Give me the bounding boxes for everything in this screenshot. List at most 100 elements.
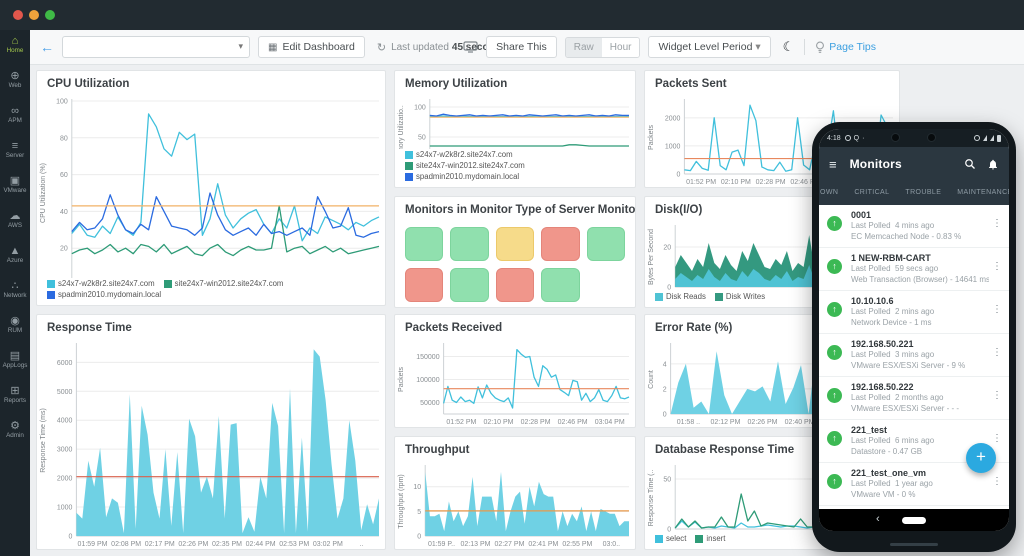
sidebar-item-server[interactable]: ≡Server [0,135,30,170]
phone-tab-critical[interactable]: CRITICAL [846,181,897,205]
svg-text:02:13 PM: 02:13 PM [460,541,490,548]
monitor-tile-trouble[interactable] [496,227,534,261]
sidebar-item-network[interactable]: ∴Network [0,275,30,310]
monitor-last-polled: Last Polled 4 mins ago [851,221,989,232]
svg-text:02:46 PM: 02:46 PM [558,419,588,426]
sidebar-item-rum[interactable]: ◉RUM [0,310,30,345]
legend-item[interactable]: spadmin2010.mydomain.local [405,172,519,181]
refresh-icon[interactable]: ↻ [377,41,386,54]
monitor-list-item[interactable]: ↑192.168.50.222Last Polled 2 months agoV… [819,377,1009,420]
sidebar-item-applogs[interactable]: ▤AppLogs [0,345,30,380]
svg-text:1000: 1000 [665,143,681,150]
sidebar-item-reports[interactable]: ⊞Reports [0,380,30,415]
kebab-menu-icon[interactable]: ⋮ [992,218,1002,229]
sidebar-item-vmware[interactable]: ▣VMware [0,170,30,205]
legend-item[interactable]: Disk Writes [715,292,765,301]
kebab-menu-icon[interactable]: ⋮ [992,390,1002,401]
phone-tab-trouble[interactable]: TROUBLE [897,181,949,205]
status-up-icon: ↑ [827,302,842,317]
kebab-menu-icon[interactable]: ⋮ [992,347,1002,358]
monitor-tile-up[interactable] [541,268,579,302]
sidebar-item-apm[interactable]: ∞APM [0,100,30,135]
legend-swatch [47,291,55,299]
status-badge: Q [854,135,859,142]
window-titlebar [0,0,1024,30]
sidebar-item-azure[interactable]: ▲Azure [0,240,30,275]
kebab-menu-icon[interactable]: ⋮ [992,433,1002,444]
monitor-name: 192.168.50.221 [851,339,989,350]
phone-tab-own[interactable]: OWN [819,181,846,205]
legend-item[interactable]: s24x7-w2k8r2.site24x7.com [47,279,155,288]
phone-tab-maintenance[interactable]: MAINTENANCE [949,181,1009,205]
page-tips-link[interactable]: Page Tips [815,41,876,54]
svg-text:5000: 5000 [57,389,73,396]
grid-icon: ▦ [268,42,277,53]
window-close-dot[interactable] [13,10,23,20]
svg-text:4: 4 [663,361,667,368]
svg-text:02:53 PM: 02:53 PM [279,541,309,548]
dashboard-select[interactable]: ▾ [62,36,250,58]
svg-text:10: 10 [413,484,421,491]
window-zoom-dot[interactable] [45,10,55,20]
status-time: 4:18 [827,135,841,142]
legend-item[interactable]: select [655,534,686,543]
legend-item[interactable]: insert [695,534,725,543]
status-up-icon: ↑ [827,388,842,403]
svg-text:02:26 PM: 02:26 PM [178,541,208,548]
hour-toggle[interactable]: Hour [602,38,640,57]
share-this-button[interactable]: Share This [486,36,557,58]
battery-icon [997,135,1001,142]
monitor-list-item[interactable]: ↑192.168.50.221Last Polled 3 mins agoVMw… [819,334,1009,377]
monitor-last-polled: Last Polled 1 year ago [851,479,989,490]
monitor-tile-up[interactable] [450,268,488,302]
monitor-tile-up[interactable] [587,227,625,261]
legend-item[interactable]: site24x7-win2012.site24x7.com [405,161,525,170]
monitor-tile-down[interactable] [405,268,443,302]
monitor-tile-up[interactable] [405,227,443,261]
monitor-last-polled: Last Polled 6 mins ago [851,436,989,447]
card-title: Monitors in Monitor Type of Server Monit… [405,204,635,216]
search-icon[interactable] [964,158,976,170]
legend-item[interactable]: Disk Reads [655,292,706,301]
kebab-menu-icon[interactable]: ⋮ [992,476,1002,487]
legend-item[interactable]: spadmin2010.mydomain.local [47,290,161,299]
monitor-tile-up[interactable] [450,227,488,261]
svg-text:02:27 PM: 02:27 PM [494,541,524,548]
kebab-menu-icon[interactable]: ⋮ [992,261,1002,272]
svg-text:02:10 PM: 02:10 PM [721,179,751,186]
svg-text:01:59 P..: 01:59 P.. [428,541,455,548]
raw-toggle[interactable]: Raw [566,38,602,57]
legend-swatch [405,173,413,181]
bell-icon[interactable] [987,158,999,171]
add-monitor-fab[interactable]: + [966,443,996,473]
legend-item[interactable]: s24x7-w2k8r2.site24x7.com [405,150,513,159]
phone-monitor-list: ↑0001Last Polled 4 mins agoEC Memcached … [819,205,1009,509]
sidebar-item-aws[interactable]: ☁AWS [0,205,30,240]
monitor-list-item[interactable]: ↑1 NEW-RBM-CARTLast Polled 59 secs agoWe… [819,248,1009,291]
sidebar-item-admin[interactable]: ⚙Admin [0,415,30,450]
android-back-icon[interactable]: ‹ [876,513,880,525]
monitor-list-item[interactable]: ↑0001Last Polled 4 mins agoEC Memcached … [819,205,1009,248]
legend-item[interactable]: site24x7-win2012.site24x7.com [164,279,284,288]
monitor-list-item[interactable]: ↑10.10.10.6Last Polled 2 mins agoNetwork… [819,291,1009,334]
network-icon: ∴ [0,280,30,292]
nav-sidebar: ⌂Home⊕Web∞APM≡Server▣VMware☁AWS▲Azure∴Ne… [0,30,30,556]
android-home-pill[interactable] [902,517,926,524]
window-minimize-dot[interactable] [29,10,39,20]
sidebar-item-home[interactable]: ⌂Home [0,30,30,65]
kebab-menu-icon[interactable]: ⋮ [992,304,1002,315]
monitor-detail: VMware ESX/ESXi Server - - - [851,404,989,415]
dark-mode-moon-icon[interactable]: ☾ [783,39,795,55]
hamburger-menu-icon[interactable]: ≡ [829,157,837,172]
display-share-icon[interactable] [463,41,478,53]
monitor-last-polled: Last Polled 2 mins ago [851,307,989,318]
edit-dashboard-button[interactable]: ▦Edit Dashboard [258,36,365,58]
toolbar-divider [804,39,805,55]
sidebar-item-web[interactable]: ⊕Web [0,65,30,100]
back-arrow-icon[interactable]: ← [40,39,54,55]
widget-level-period-select[interactable]: Widget Level Period ▾ [648,36,770,58]
monitor-tile-down[interactable] [496,268,534,302]
dashboard-toolbar: ← ▾ ▦Edit Dashboard ↻ Last updated 45 se… [30,30,1024,65]
card-title: Packets Received [395,315,635,339]
monitor-tile-down[interactable] [541,227,579,261]
